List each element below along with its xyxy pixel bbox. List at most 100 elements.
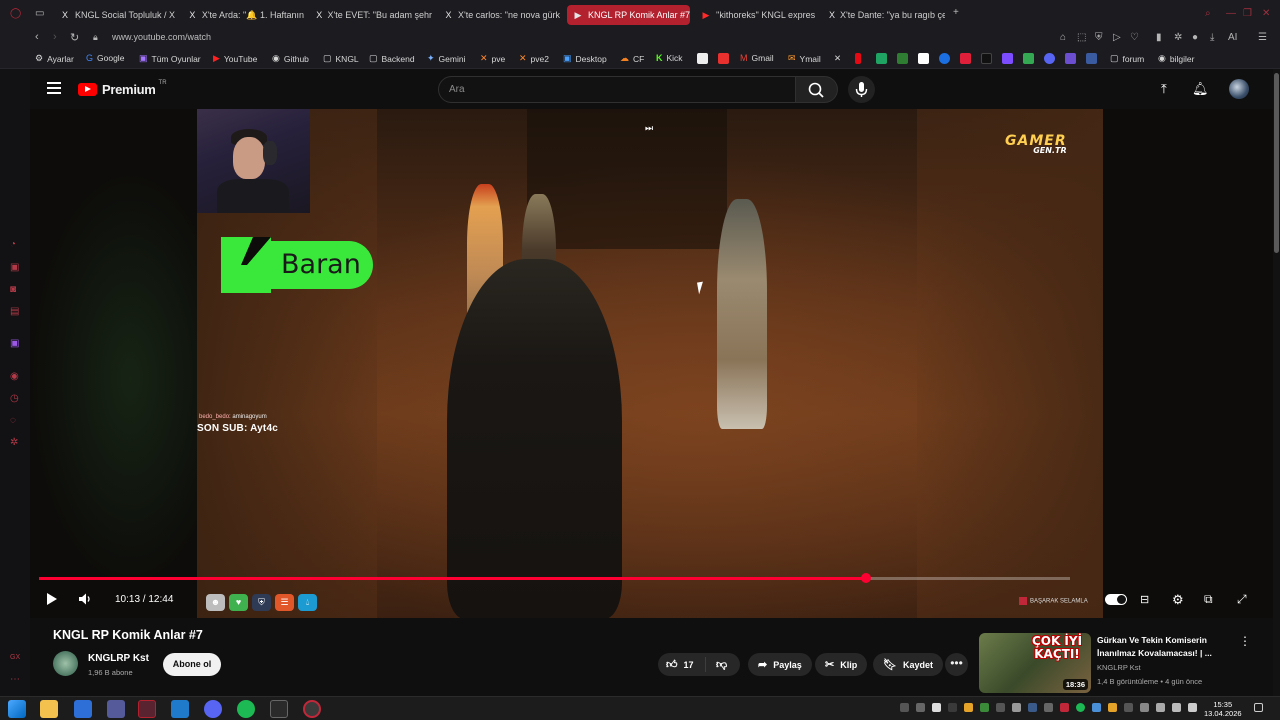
bookmark-cf[interactable]: ☁ CF	[620, 53, 644, 64]
dislike-button[interactable]: 👎︎	[706, 658, 727, 671]
bookmark-icon-1[interactable]	[697, 53, 708, 64]
kebab-menu-icon[interactable]: ⋮	[1239, 634, 1251, 648]
menu-icon[interactable]	[47, 82, 61, 94]
file-explorer-icon[interactable]	[40, 700, 58, 718]
channel-name[interactable]: KNGLRP Kst	[88, 653, 149, 664]
search-button[interactable]	[796, 76, 838, 103]
bookmark-gmail[interactable]: M Gmail	[740, 53, 774, 63]
volume-button[interactable]	[78, 592, 93, 609]
history-icon[interactable]: ◷	[10, 393, 19, 404]
network-icon[interactable]	[1172, 703, 1181, 712]
opera-logo-icon[interactable]: ◯	[10, 8, 21, 19]
bookmark-icon-8[interactable]	[1002, 53, 1013, 64]
ai-icon[interactable]: AI	[1228, 32, 1237, 43]
autoplay-toggle[interactable]	[1105, 594, 1127, 605]
recommendation-title[interactable]: Gürkan Ve Tekin Komiserin İnanılmaz Kova…	[1097, 634, 1222, 660]
tray-icon-3[interactable]	[932, 703, 941, 712]
download-icon[interactable]: ⤓	[1210, 32, 1214, 43]
bookmark-ayarlar[interactable]: ⚙ Ayarlar	[35, 53, 74, 64]
bookmark-tum-oyunlar[interactable]: ▣ Tüm Oyunlar	[139, 53, 201, 64]
share-button[interactable]: ➦ Paylaş	[748, 653, 812, 676]
mail-icon[interactable]: ▤	[10, 306, 19, 317]
app-icon-2[interactable]	[107, 700, 125, 718]
bookmark-google[interactable]: G Google	[86, 53, 124, 63]
x-icon[interactable]: ✕	[834, 53, 841, 64]
bookmark-icon-10[interactable]	[1044, 53, 1055, 64]
back-icon[interactable]: ‹	[35, 31, 39, 43]
fullscreen-icon[interactable]: ⤢	[1237, 592, 1247, 607]
url-field[interactable]: www.youtube.com/watch	[112, 32, 211, 42]
bookmark-pve[interactable]: ✕ pve	[480, 53, 505, 64]
minimize-icon[interactable]: —	[1226, 8, 1236, 19]
search-tabs-icon[interactable]: ⌕	[1205, 8, 1211, 19]
tray-icon-8[interactable]	[1012, 703, 1021, 712]
tray-icon-2[interactable]	[916, 703, 925, 712]
notification-icon[interactable]	[1254, 703, 1263, 712]
voice-search-button[interactable]	[848, 76, 875, 103]
tray-icon-4[interactable]	[948, 703, 957, 712]
clip-button[interactable]: ✂ Klip	[815, 653, 868, 676]
bookmark-backend[interactable]: ▢ Backend	[369, 53, 415, 64]
bookmark-icon-9[interactable]	[1023, 53, 1034, 64]
tray-icon-6[interactable]	[980, 703, 989, 712]
subtitles-icon[interactable]: ⊟	[1140, 593, 1149, 606]
start-icon[interactable]	[8, 700, 26, 718]
app-icon-3[interactable]	[303, 700, 321, 718]
tab-menu-icon[interactable]: ▭	[35, 8, 44, 19]
player-icon[interactable]: ◉	[10, 371, 19, 382]
miniplayer-icon[interactable]: ⧉	[1204, 592, 1213, 607]
subscribe-button[interactable]: Abone ol	[163, 653, 221, 676]
video-player[interactable]: Baran bedo_bedo: aminagoyum SON SUB: Ayt…	[30, 109, 1275, 618]
bookmark-icon-11[interactable]	[1065, 53, 1076, 64]
spotify-icon[interactable]	[237, 700, 255, 718]
netflix-icon[interactable]	[855, 53, 861, 64]
tab-4-active[interactable]: ▶ KNGL RP Komik Anlar #7	[567, 5, 690, 25]
battery-icon[interactable]	[1156, 703, 1165, 712]
screenshot-icon[interactable]: ⬚	[1077, 32, 1086, 43]
channel-avatar[interactable]	[53, 651, 78, 676]
tray-icon-5[interactable]	[964, 703, 973, 712]
chat-icon[interactable]: ◌	[10, 415, 16, 426]
tray-icon-9[interactable]	[1028, 703, 1037, 712]
tray-icon-10[interactable]	[1044, 703, 1053, 712]
tray-icon-1[interactable]	[900, 703, 909, 712]
bookmark-pve2[interactable]: ✕ pve2	[519, 53, 549, 64]
tray-icon-13[interactable]	[1092, 703, 1101, 712]
settings-icon[interactable]: ✲	[10, 437, 18, 448]
bookmark-ymail[interactable]: ✉ Ymail	[788, 53, 821, 64]
aria-icon[interactable]: ◔	[10, 239, 16, 250]
bookmark-kick[interactable]: K Kick	[656, 53, 683, 63]
system-clock[interactable]: 15:35 13.04.2026	[1204, 700, 1242, 718]
messenger-icon[interactable]: ◙	[10, 284, 16, 295]
settings-icon[interactable]: ⚙	[1172, 592, 1184, 608]
new-tab-button[interactable]: +	[953, 7, 959, 18]
extensions-icon[interactable]: ✲	[1174, 32, 1182, 43]
bag-icon[interactable]: ▣	[10, 262, 19, 273]
maximize-icon[interactable]: ❐	[1243, 8, 1252, 19]
tab-5[interactable]: ▶ ''kithoreks'' KNGL expres	[695, 5, 819, 25]
app-icon-1[interactable]	[74, 700, 92, 718]
tray-icon-15[interactable]	[1124, 703, 1133, 712]
twitch-icon[interactable]: ▣	[10, 338, 19, 349]
tab-2[interactable]: X X'te EVET: "Bu adam şehr	[310, 5, 432, 25]
headset-icon[interactable]	[1140, 703, 1149, 712]
search-input[interactable]: Ara	[438, 76, 796, 103]
progress-bar[interactable]	[39, 573, 1070, 583]
drive-icon[interactable]	[876, 53, 887, 64]
tray-icon-7[interactable]	[996, 703, 1005, 712]
page-scrollbar[interactable]	[1273, 69, 1280, 696]
volume-icon[interactable]	[1188, 703, 1197, 712]
opera-gx-icon[interactable]	[138, 700, 156, 718]
bookmark-gemini[interactable]: ✦ Gemini	[427, 53, 465, 64]
bookmark-kngl[interactable]: ▢ KNGL	[323, 53, 359, 64]
gx-icon[interactable]: GX	[10, 654, 20, 661]
bookmark-icon-4[interactable]	[918, 53, 929, 64]
extension-icon-4[interactable]: ☰	[275, 594, 294, 611]
youtube-logo[interactable]: Premium TR	[78, 80, 167, 97]
tab-0[interactable]: X KNGL Social Topluluk / X	[54, 5, 176, 25]
extension-icon-5[interactable]: 💧︎	[298, 594, 317, 611]
bookmark-forum[interactable]: ▢ forum	[1110, 53, 1144, 64]
more-icon[interactable]: ⋯	[10, 674, 20, 685]
bookmark-icon-12[interactable]	[1086, 53, 1097, 64]
bookmark-icon-7[interactable]	[981, 53, 992, 64]
